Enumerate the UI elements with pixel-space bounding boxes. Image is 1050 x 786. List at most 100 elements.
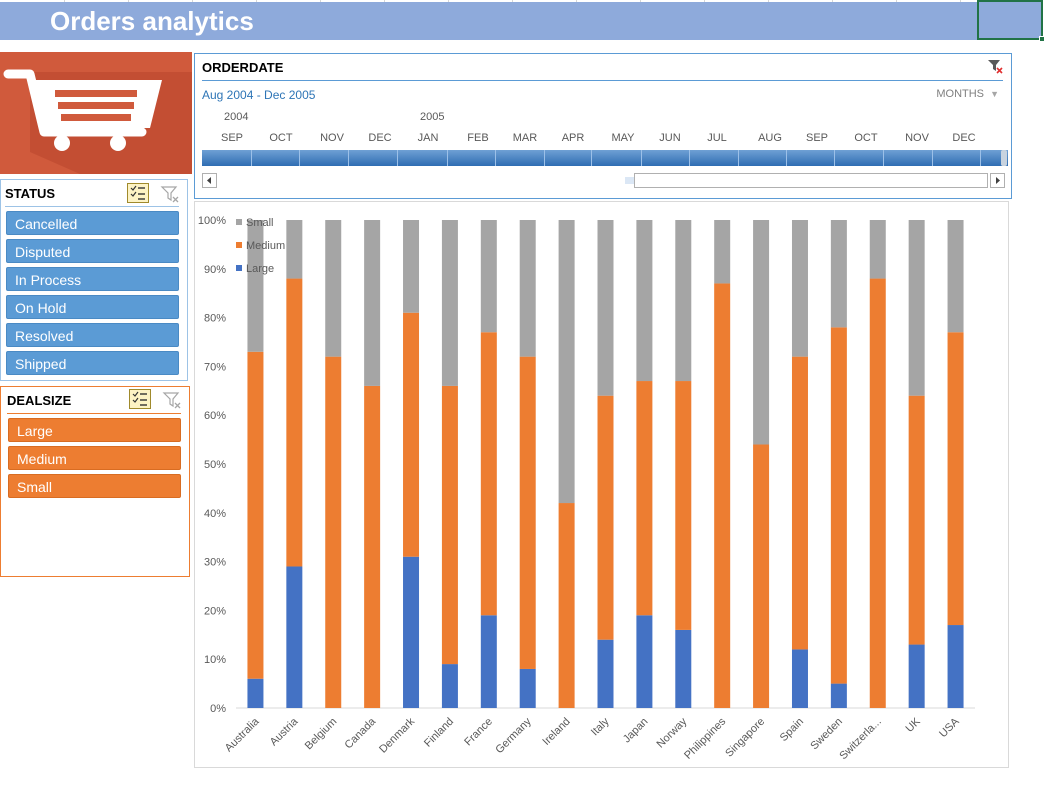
timeline-month[interactable]: JUL (697, 132, 737, 144)
y-tick-label: 80% (204, 313, 226, 325)
bar-segment-medium (753, 444, 770, 708)
timeline-month[interactable]: JUN (650, 132, 690, 144)
clear-filter-icon[interactable] (987, 58, 1003, 79)
status-item-shipped[interactable]: Shipped (6, 351, 179, 375)
timeline-tick (834, 150, 835, 166)
fill-handle[interactable] (1039, 36, 1045, 42)
timeline-month[interactable]: NOV (897, 132, 937, 144)
status-item-cancelled[interactable]: Cancelled (6, 211, 179, 235)
bar-segment-large (791, 649, 808, 708)
y-tick-label: 90% (204, 264, 226, 276)
x-tick-label: Australia (223, 715, 262, 754)
bar-segment-small (830, 220, 847, 328)
x-tick-label: USA (937, 715, 962, 740)
x-tick-label: Norway (655, 715, 690, 750)
scroll-left-icon[interactable] (202, 173, 217, 188)
status-item-in-process[interactable]: In Process (6, 267, 179, 291)
timeline-tick (641, 150, 642, 166)
bar-segment-medium (519, 356, 536, 669)
legend-swatch-small (236, 219, 242, 225)
bar-segment-medium (597, 395, 614, 640)
timeline-tick (251, 150, 252, 166)
y-tick-label: 50% (204, 459, 226, 471)
timeline-month[interactable]: FEB (458, 132, 498, 144)
scroll-thumb[interactable] (634, 173, 988, 188)
timeline-month[interactable]: MAR (505, 132, 545, 144)
dealsize-item-small[interactable]: Small (8, 474, 181, 498)
status-item-on-hold[interactable]: On Hold (6, 295, 179, 319)
bar-segment-medium (480, 332, 497, 616)
timeline-month[interactable]: AUG (750, 132, 790, 144)
bar-segment-medium (325, 356, 342, 708)
y-tick-label: 40% (204, 508, 226, 520)
timeline-tick (932, 150, 933, 166)
bar-segment-large (441, 664, 458, 708)
status-item-disputed[interactable]: Disputed (6, 239, 179, 263)
multi-select-icon[interactable] (127, 183, 149, 203)
timeline-tick (591, 150, 592, 166)
dealsize-item-large[interactable]: Large (8, 418, 181, 442)
status-item-resolved[interactable]: Resolved (6, 323, 179, 347)
dealsize-item-medium[interactable]: Medium (8, 446, 181, 470)
scroll-right-icon[interactable] (990, 173, 1005, 188)
x-tick-label: Spain (778, 716, 806, 744)
timeline-month[interactable]: SEP (212, 132, 252, 144)
timeline-selection-bar[interactable] (202, 150, 1008, 166)
timeline-month[interactable]: OCT (261, 132, 301, 144)
y-tick-label: 70% (204, 361, 226, 373)
stacked-bar-chart[interactable]: 0% 10% 20% 30% 40% 50% 60% 70% 80% 90% 100% Austral… (194, 201, 1009, 768)
title-bar: Orders analytics (0, 2, 1043, 40)
clear-filter-icon[interactable] (160, 184, 180, 204)
bar-segment-large (908, 644, 925, 708)
timeline-tick (980, 150, 981, 166)
timeline-tick (544, 150, 545, 166)
timeline-tick (883, 150, 884, 166)
x-tick-label: France (462, 716, 495, 749)
dealsize-slicer: DEALSIZE Large Medium Small (0, 386, 190, 577)
bar-segment-small (947, 220, 964, 333)
bar-segment-large (675, 629, 692, 708)
timeline-month[interactable]: OCT (846, 132, 886, 144)
bar-segment-medium (247, 351, 264, 679)
bar-segment-small (519, 220, 536, 357)
bar-segment-small (791, 220, 808, 357)
timeline-month[interactable]: DEC (944, 132, 984, 144)
x-tick-label: UK (903, 715, 923, 735)
timeline-month[interactable]: NOV (312, 132, 352, 144)
legend-swatch-large (236, 265, 242, 271)
page-title: Orders analytics (50, 6, 254, 36)
x-tick-label: Switzerla... (837, 716, 884, 763)
timeline-level-dropdown[interactable]: MONTHS ▼ (936, 88, 999, 100)
timeline-tick (299, 150, 300, 166)
timeline-resize-handle[interactable] (1001, 150, 1007, 166)
timeline-scrollbar[interactable] (202, 173, 1006, 189)
bar-segment-small (558, 220, 575, 504)
timeline-month[interactable]: MAY (603, 132, 643, 144)
timeline-month[interactable]: DEC (360, 132, 400, 144)
orderdate-timeline: ORDERDATE Aug 2004 - Dec 2005 MONTHS ▼ 2… (194, 53, 1012, 199)
x-tick-label: Finland (422, 716, 456, 750)
divider (202, 80, 1003, 81)
timeline-month[interactable]: APR (553, 132, 593, 144)
timeline-month[interactable]: JAN (408, 132, 448, 144)
timeline-month[interactable]: SEP (797, 132, 837, 144)
bar-segment-large (597, 639, 614, 708)
bar-segment-small (714, 220, 731, 284)
bar-segment-small (636, 220, 653, 382)
bar-segment-small (286, 220, 303, 279)
bar-segment-large (636, 615, 653, 708)
clear-filter-icon[interactable] (162, 390, 182, 410)
legend-label: Medium (246, 240, 285, 252)
timeline-tick (348, 150, 349, 166)
scroll-indicator (625, 177, 634, 184)
divider (7, 413, 181, 414)
timeline-header: ORDERDATE (202, 60, 284, 75)
timeline-tick (397, 150, 398, 166)
selected-cell[interactable] (977, 0, 1045, 42)
timeline-year-label: 2005 (420, 111, 445, 123)
x-tick-label: Belgium (303, 716, 340, 753)
multi-select-icon[interactable] (129, 389, 151, 409)
bar-segment-small (675, 220, 692, 382)
y-tick-label: 20% (204, 605, 226, 617)
bar-segment-medium (714, 283, 731, 708)
